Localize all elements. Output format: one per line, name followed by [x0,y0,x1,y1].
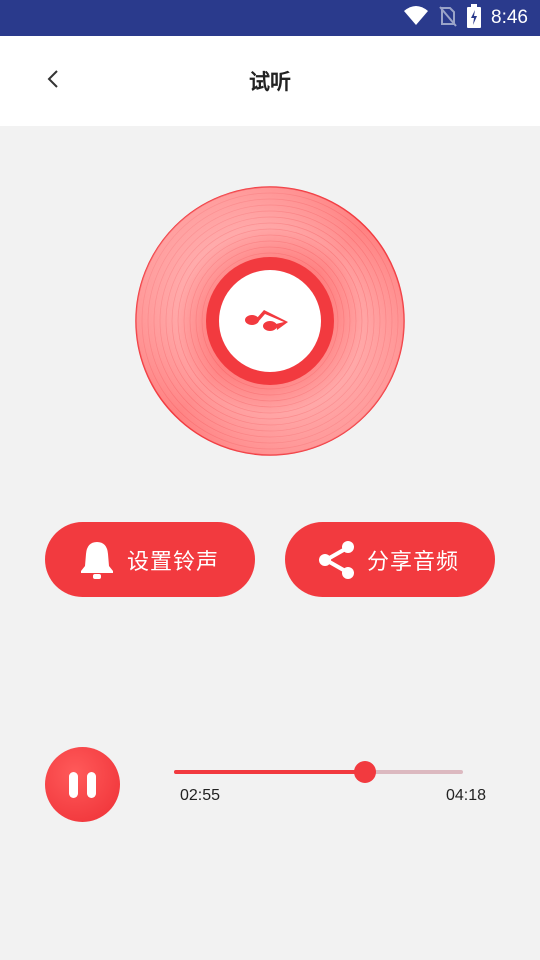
battery-charging-icon [467,4,482,32]
progress-thumb[interactable] [353,761,376,783]
status-bar: 8:46 [0,0,540,36]
app-bar: 试听 [0,36,540,126]
progress-fill [174,770,365,774]
vinyl-disc [135,186,405,456]
current-time: 02:55 [180,787,221,804]
status-icons: 8:46 [403,0,528,36]
set-ringtone-label: 设置铃声 [127,549,220,575]
bell-icon [75,538,119,582]
pause-icon-bar [87,771,96,798]
status-time: 8:46 [491,7,528,28]
share-audio-button[interactable]: 分享音频 [285,522,495,597]
wifi-icon [403,5,429,31]
music-note-icon [240,302,300,342]
share-audio-label: 分享音频 [367,549,460,575]
pause-icon [69,771,78,798]
pause-button[interactable] [45,747,120,822]
share-icon [315,538,359,582]
set-ringtone-button[interactable]: 设置铃声 [45,522,255,597]
page-title: 试听 [249,70,291,94]
no-sim-icon [439,5,457,31]
total-time: 04:18 [445,787,486,804]
progress-slider[interactable] [174,761,463,783]
